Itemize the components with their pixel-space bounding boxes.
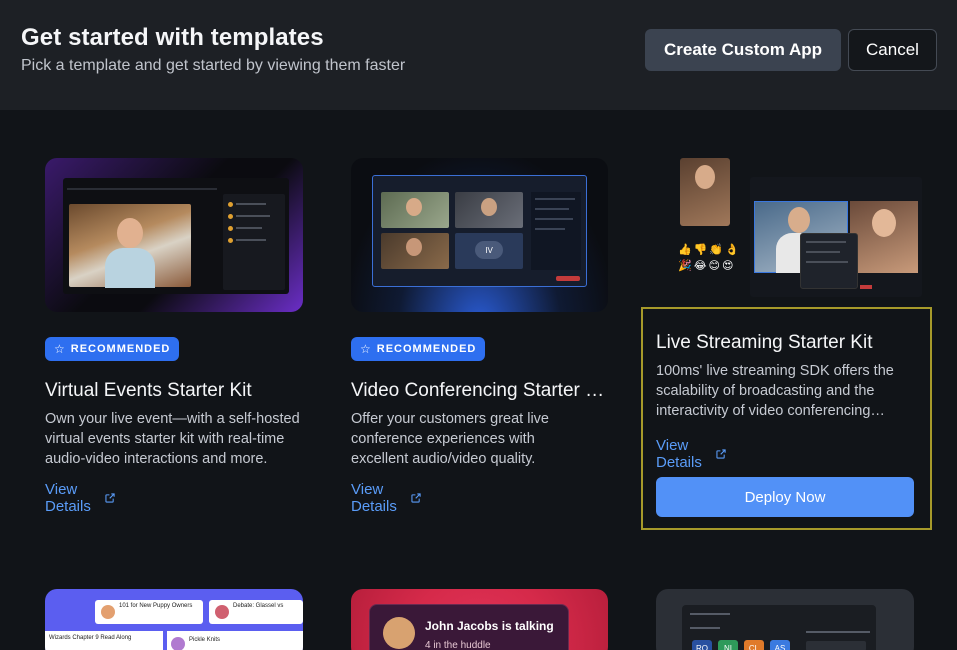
huddle-thumbnail[interactable]: John Jacobs is talking 4 in the huddle xyxy=(351,589,608,650)
virtual-events-thumbnail xyxy=(45,158,303,312)
room-title: Debate: Glassel vs xyxy=(233,603,284,609)
room-title: Pickle Knits xyxy=(189,637,221,643)
view-details-label: View Details xyxy=(656,437,702,471)
user-tile: RO xyxy=(692,640,712,650)
emoji-reactions-row-icon: 🎉😂😊😍 xyxy=(678,260,736,272)
card-title: Live Streaming Starter Kit xyxy=(656,332,873,353)
external-link-icon xyxy=(105,493,115,503)
card-description: Own your live event—with a self-hosted v… xyxy=(45,411,300,467)
user-tile: CL xyxy=(744,640,764,650)
cancel-button[interactable]: Cancel xyxy=(848,29,937,71)
card-title: Video Conferencing Starter Kit xyxy=(351,380,607,401)
room-title: Wizards Chapter 9 Read Along xyxy=(49,635,132,641)
community-thumbnail[interactable]: RO NI CL AS xyxy=(656,589,914,650)
video-conferencing-thumbnail: IV xyxy=(351,158,608,312)
card-description: 100ms' live streaming SDK offers the sca… xyxy=(656,363,894,419)
badge-label: RECOMMENDED xyxy=(376,343,477,355)
live-streaming-thumbnail: 👍👎👏👌 🎉😂😊😍 xyxy=(672,155,922,303)
recommended-badge: ☆ RECOMMENDED xyxy=(351,337,486,361)
user-tile: NI xyxy=(718,640,738,650)
audio-rooms-thumbnail[interactable]: 101 for New Puppy Owners Debate: Glassel… xyxy=(45,589,303,650)
external-link-icon xyxy=(411,493,421,503)
participant-initials: IV xyxy=(475,241,503,259)
star-icon: ☆ xyxy=(360,342,372,356)
view-details-link[interactable]: View Details xyxy=(656,437,726,471)
recommended-badge: ☆ RECOMMENDED xyxy=(45,337,180,361)
view-details-link[interactable]: View Details xyxy=(351,481,421,515)
external-link-icon xyxy=(716,449,726,459)
view-details-link[interactable]: View Details xyxy=(45,481,115,515)
create-custom-app-button[interactable]: Create Custom App xyxy=(645,29,841,71)
emoji-reactions-icon: 👍👎👏👌 xyxy=(678,244,741,256)
page-title: Get started with templates xyxy=(21,24,324,51)
page-header: Get started with templates Pick a templa… xyxy=(0,0,957,110)
star-icon: ☆ xyxy=(54,342,66,356)
huddle-count: 4 in the huddle xyxy=(425,640,491,650)
card-description: Offer your customers great live conferen… xyxy=(351,411,549,467)
talking-label: John Jacobs is talking xyxy=(425,619,554,633)
view-details-label: View Details xyxy=(351,481,397,515)
view-details-label: View Details xyxy=(45,481,91,515)
card-title: Virtual Events Starter Kit xyxy=(45,380,252,401)
badge-label: RECOMMENDED xyxy=(70,343,171,355)
page-subtitle: Pick a template and get started by viewi… xyxy=(21,57,406,74)
deploy-now-button[interactable]: Deploy Now xyxy=(656,477,914,517)
user-tile: AS xyxy=(770,640,790,650)
room-title: 101 for New Puppy Owners xyxy=(119,603,193,609)
